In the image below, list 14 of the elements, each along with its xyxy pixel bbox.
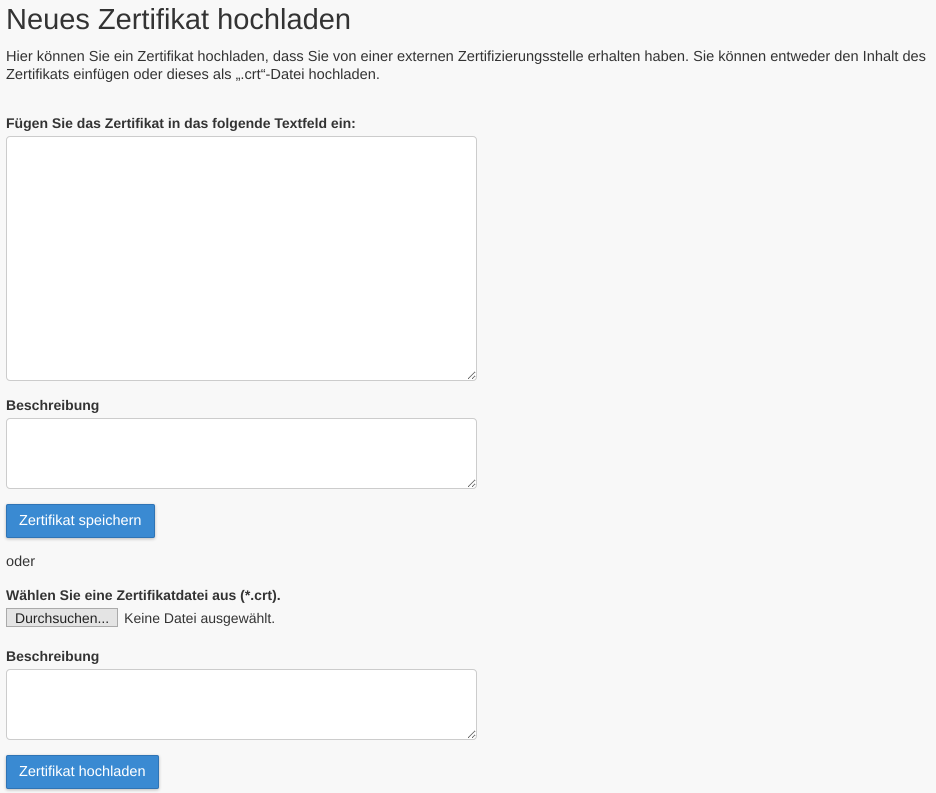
field-label: Fügen Sie das Zertifikat in das folgende Textfeld ein: <box>6 114 357 132</box>
input-field[interactable] <box>6 669 477 740</box>
input-field[interactable] <box>6 418 477 489</box>
field-label: Wählen Sie eine Zertifikatdatei aus (*.crt). <box>6 586 282 604</box>
intro-text: Hier können Sie ein Zertifikat hochladen, dass Sie von einer externen Zertifizierungsstelle erhalten haben. Sie können entweder den Inhalt des Zertifikats einfügen oder dieses als „.crt“-Datei hochladen. <box>6 48 927 84</box>
field-label: Beschreibung <box>6 396 100 414</box>
separator-text: oder <box>6 553 36 571</box>
field-label: Beschreibung <box>6 647 100 665</box>
input-field[interactable] <box>6 136 477 381</box>
browse-button[interactable]: Durchsuchen... <box>6 608 118 627</box>
file-status: Keine Datei ausgewählt. <box>124 610 276 626</box>
submit-button[interactable]: Zertifikat speichern <box>6 504 154 538</box>
page-title: Neues Zertifikat hochladen <box>6 3 352 38</box>
submit-button[interactable]: Zertifikat hochladen <box>6 755 159 789</box>
